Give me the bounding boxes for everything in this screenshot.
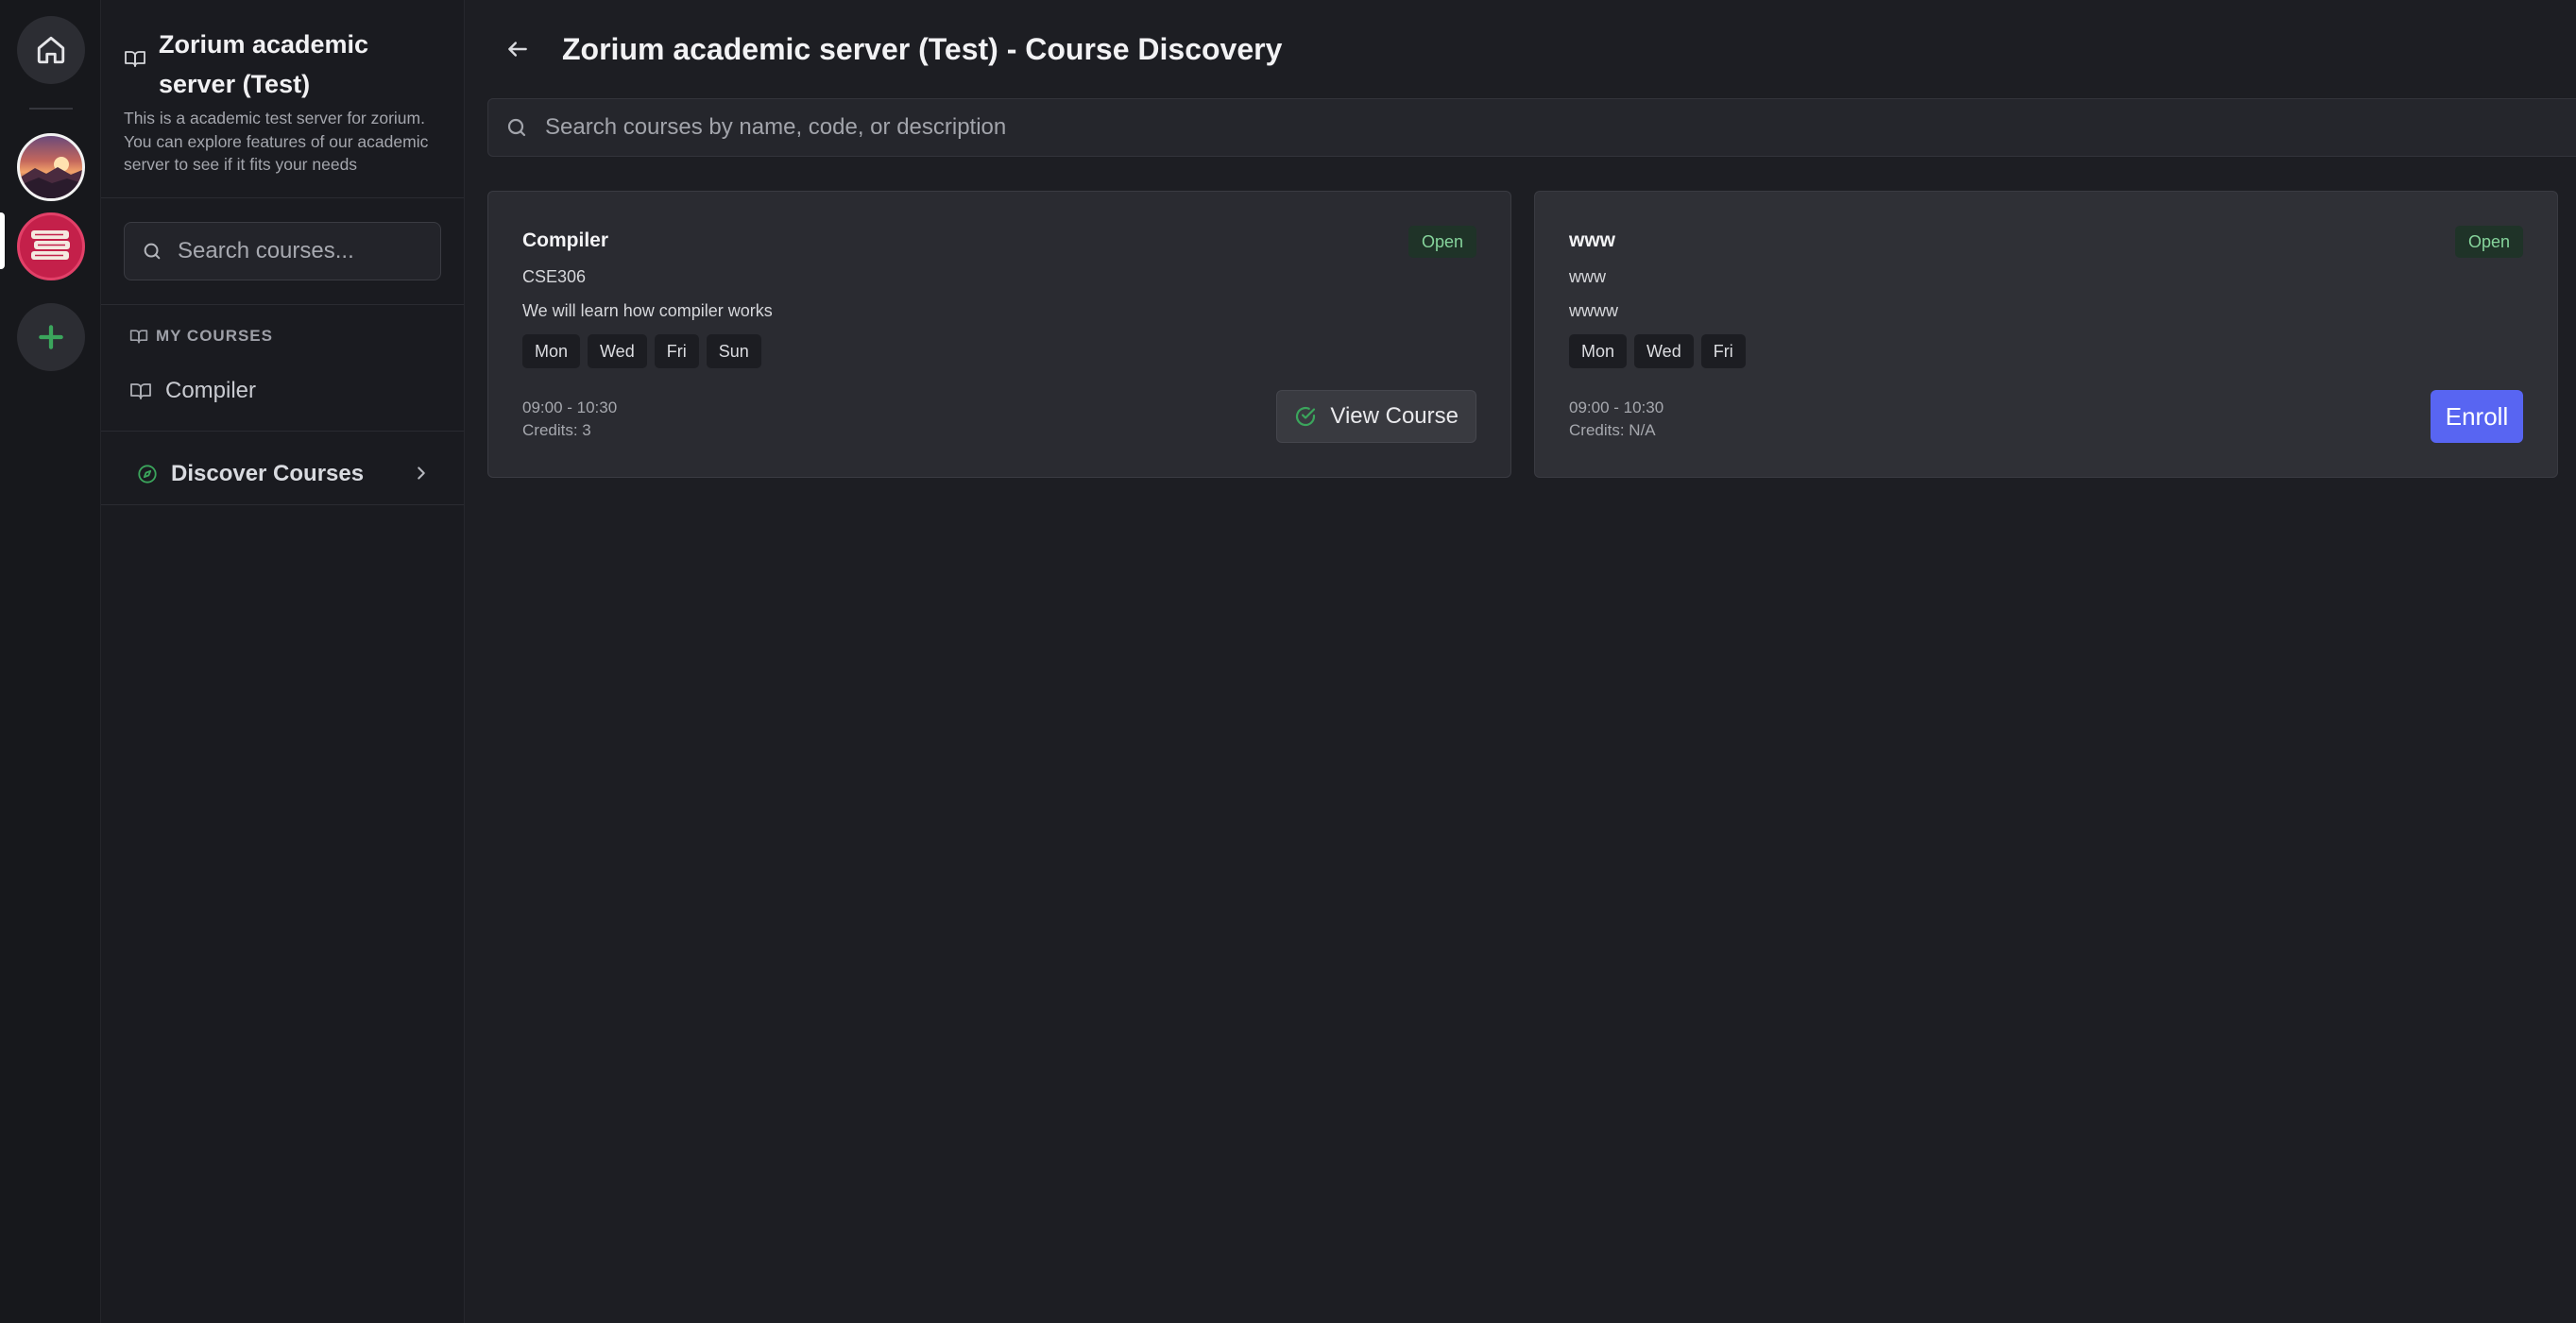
course-days: Mon Wed Fri Sun <box>522 334 761 368</box>
books-icon <box>31 230 70 260</box>
server-description: This is a academic test server for zoriu… <box>124 109 429 174</box>
course-schedule: 09:00 - 10:30 Credits: N/A <box>1569 397 1663 442</box>
sidebar-item-compiler[interactable]: Compiler <box>129 374 256 408</box>
day-chip: Wed <box>588 334 647 368</box>
course-code: www <box>1569 267 1606 286</box>
home-button[interactable] <box>17 16 85 84</box>
sidebar-divider <box>101 197 464 198</box>
course-card: Compiler Open CSE306 We will learn how c… <box>487 191 1511 478</box>
my-courses-header: MY COURSES <box>129 327 273 346</box>
course-time: 09:00 - 10:30 <box>1569 399 1664 416</box>
book-icon <box>124 47 146 75</box>
enroll-button[interactable]: Enroll <box>2431 390 2523 443</box>
course-code: CSE306 <box>522 267 587 286</box>
channel-sidebar: Zorium academic server (Test) This is a … <box>101 0 465 1323</box>
page-title: Zorium academic server (Test) - Course D… <box>562 32 1283 66</box>
sunset-image <box>20 157 82 198</box>
add-server-button[interactable] <box>17 303 85 371</box>
course-title: www <box>1569 229 1616 251</box>
day-chip: Fri <box>654 334 699 368</box>
search-icon <box>505 116 528 139</box>
sidebar-item-label: Compiler <box>165 378 257 403</box>
search-icon <box>142 241 162 262</box>
course-title: Compiler <box>522 229 609 251</box>
my-courses-label: MY COURSES <box>156 327 273 345</box>
day-chip: Sun <box>706 334 761 368</box>
course-credits: Credits: N/A <box>1569 421 1656 439</box>
course-card: www Open www wwww Mon Wed Fri 09:00 - 10… <box>1534 191 2558 478</box>
book-open-icon <box>129 330 148 344</box>
chevron-right-icon <box>418 466 425 480</box>
home-icon <box>37 36 65 64</box>
day-chip: Fri <box>1700 334 1746 368</box>
discover-courses-label: Discover Courses <box>171 461 365 486</box>
sidebar-search-input[interactable] <box>176 237 425 265</box>
server-sunset-avatar[interactable] <box>17 133 85 201</box>
course-time: 09:00 - 10:30 <box>522 399 618 416</box>
course-days: Mon Wed Fri <box>1569 334 1746 368</box>
course-search-input[interactable] <box>543 113 2342 142</box>
server-rail <box>0 0 101 1323</box>
course-search[interactable] <box>487 98 2576 157</box>
status-badge: Open <box>2454 226 2523 258</box>
day-chip: Wed <box>1634 334 1694 368</box>
sidebar-divider <box>101 304 464 305</box>
sidebar-search[interactable] <box>124 222 441 280</box>
active-server-indicator <box>0 212 5 269</box>
sidebar-divider <box>101 504 464 505</box>
check-circle-icon <box>1296 406 1316 427</box>
rail-divider <box>29 108 73 110</box>
status-badge: Open <box>1407 226 1476 258</box>
arrow-left-icon <box>508 42 527 57</box>
day-chip: Mon <box>1569 334 1628 368</box>
view-course-button[interactable]: View Course <box>1276 390 1476 443</box>
book-icon <box>130 383 151 399</box>
course-description: wwww <box>1569 301 1618 320</box>
course-description: We will learn how compiler works <box>522 301 773 320</box>
course-credits: Credits: 3 <box>522 421 591 439</box>
back-button[interactable] <box>501 32 535 66</box>
day-chip: Mon <box>522 334 581 368</box>
course-schedule: 09:00 - 10:30 Credits: 3 <box>522 397 617 442</box>
server-title: Zorium academic server (Test) <box>159 30 369 98</box>
view-course-label: View Course <box>1330 403 1459 429</box>
compass-icon <box>138 465 157 483</box>
server-books-avatar[interactable] <box>17 212 85 280</box>
sidebar-divider <box>101 431 464 432</box>
discover-courses-item[interactable]: Discover Courses <box>124 451 454 497</box>
main-content: Zorium academic server (Test) - Course D… <box>465 0 2576 1323</box>
plus-icon <box>39 325 63 349</box>
